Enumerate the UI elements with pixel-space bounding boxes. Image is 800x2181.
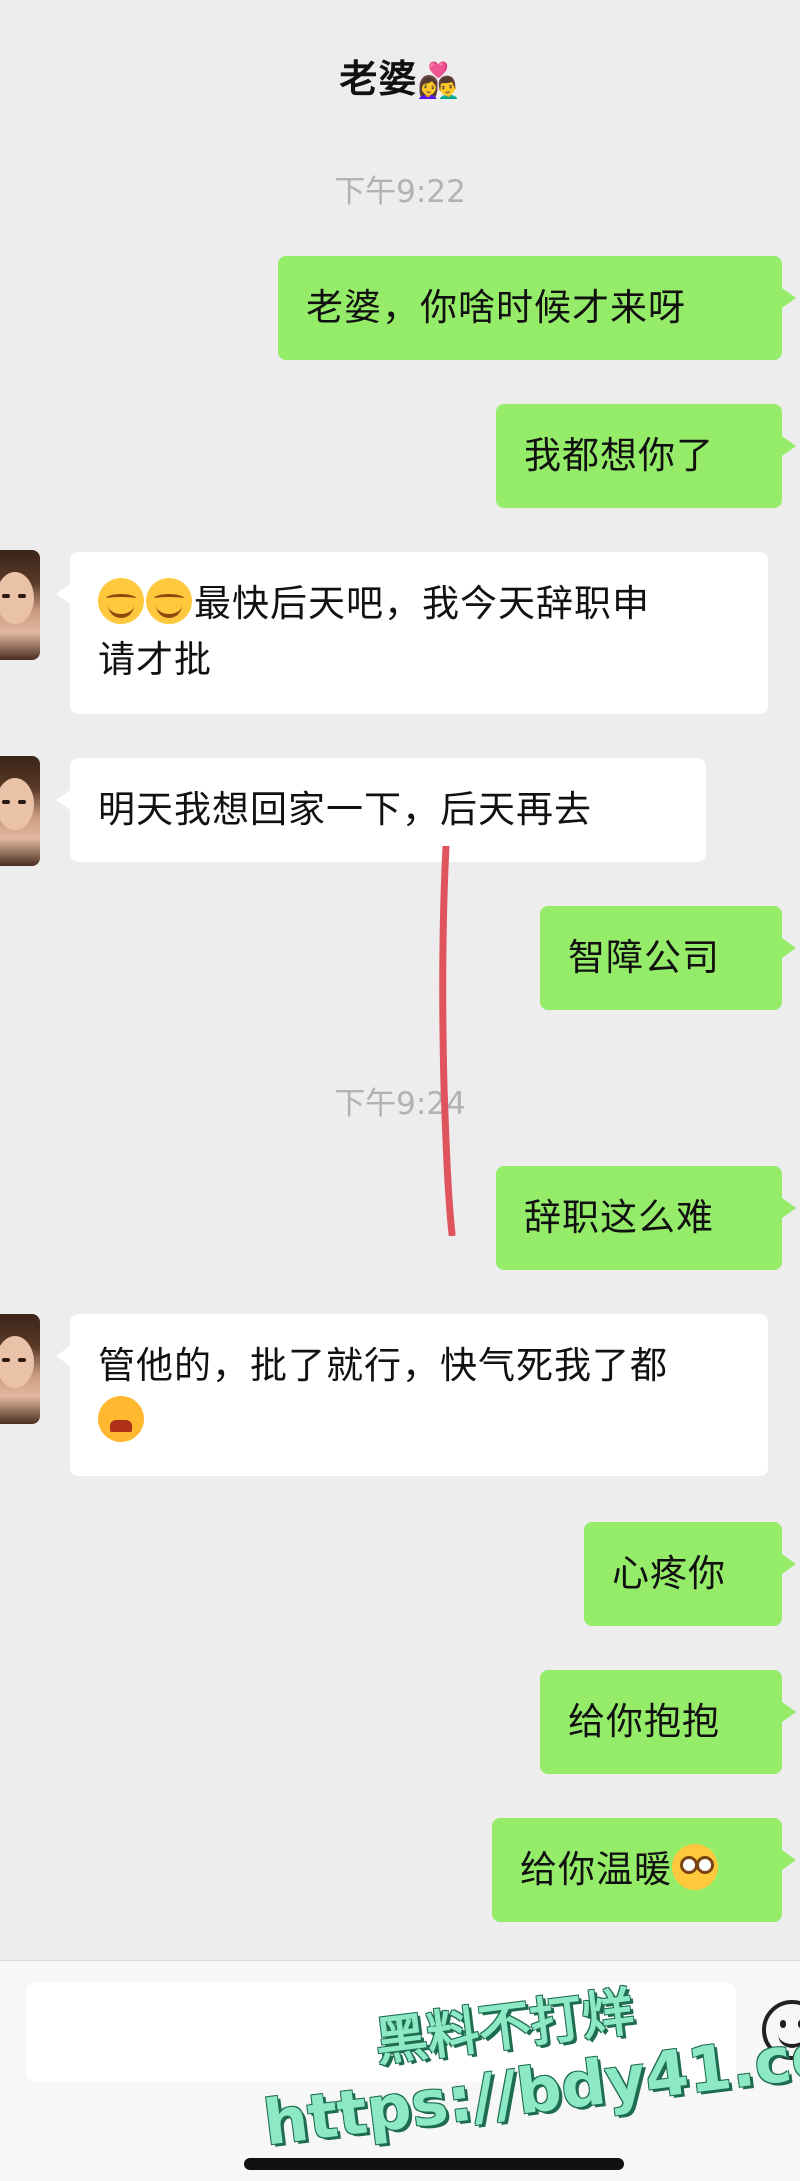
message-bubble-received[interactable]: 管他的，批了就行，快气死我了都	[56, 1314, 768, 1476]
message-bubble-received[interactable]: 明天我想回家一下，后天再去	[56, 758, 706, 862]
message-text: 请才批	[98, 638, 212, 681]
message-bubble-sent[interactable]: 我都想你了	[496, 404, 796, 508]
message-text: 我都想你了	[524, 434, 714, 477]
message-text: 智障公司	[568, 936, 720, 979]
message-bubble-sent[interactable]: 给你抱抱	[540, 1670, 796, 1774]
contact-avatar[interactable]	[0, 550, 40, 660]
message-text: 心疼你	[612, 1552, 726, 1595]
home-indicator	[244, 2158, 624, 2170]
couple-emoji-icon: 👩‍❤️‍👨	[417, 61, 461, 101]
message-bubble-sent[interactable]: 智障公司	[540, 906, 796, 1010]
chat-screen: 老婆👩‍❤️‍👨 下午9:22 老婆，你啥时候才来呀 我都想你了 最快后天吧，我…	[0, 0, 800, 2181]
red-annotation-line	[439, 846, 456, 1236]
angry-emoji-icon	[98, 1396, 144, 1442]
timestamp: 下午9:22	[334, 174, 466, 210]
message-text: 老婆，你啥时候才来呀	[306, 286, 686, 329]
message-text: 给你抱抱	[568, 1700, 720, 1743]
timestamp: 下午9:24	[334, 1086, 466, 1122]
chat-title: 老婆👩‍❤️‍👨	[0, 48, 800, 103]
message-text: 最快后天吧，我今天辞职申	[194, 582, 650, 625]
message-text: 管他的，批了就行，快气死我了都	[98, 1344, 668, 1387]
contact-avatar[interactable]	[0, 1314, 40, 1424]
message-bubble-sent[interactable]: 老婆，你啥时候才来呀	[278, 256, 796, 360]
message-bubble-sent[interactable]: 辞职这么难	[496, 1166, 796, 1270]
message-text: 明天我想回家一下，后天再去	[98, 788, 592, 831]
message-text: 给你温暖	[520, 1848, 672, 1891]
contact-name: 老婆	[339, 57, 418, 101]
blush-emoji-icon	[146, 578, 192, 624]
flushed-emoji-icon	[672, 1844, 718, 1890]
message-bubble-received[interactable]: 最快后天吧，我今天辞职申 请才批	[56, 552, 768, 714]
message-text: 辞职这么难	[524, 1196, 714, 1239]
contact-avatar[interactable]	[0, 756, 40, 866]
message-bubble-sent[interactable]: 给你温暖	[492, 1818, 796, 1922]
blush-emoji-icon	[98, 578, 144, 624]
message-bubble-sent[interactable]: 心疼你	[584, 1522, 796, 1626]
